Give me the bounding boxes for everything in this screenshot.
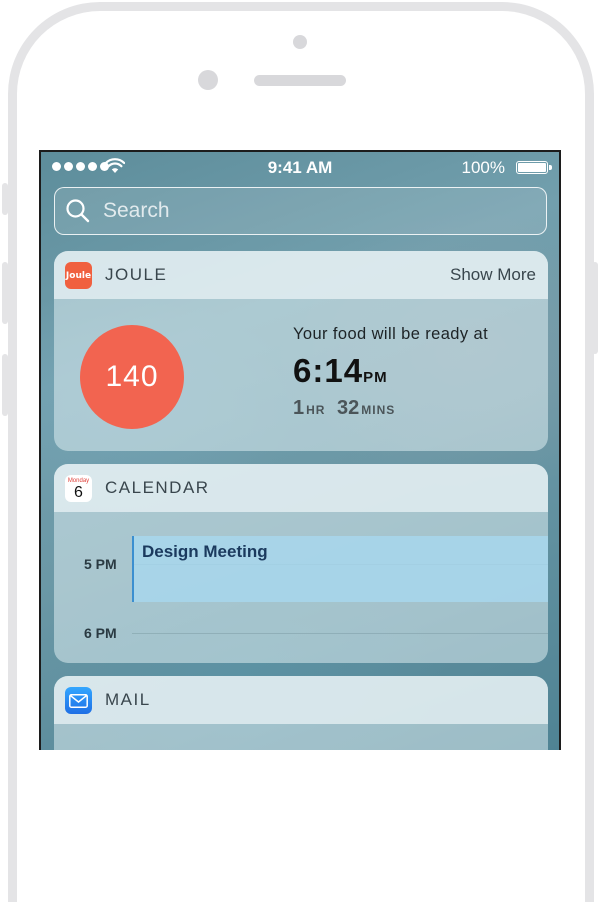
countdown: 1 HR 32 MINS bbox=[293, 397, 395, 420]
volume-up-button bbox=[2, 262, 8, 324]
mail-app-icon[interactable] bbox=[65, 687, 92, 714]
status-bar: 9:41 AM 100% bbox=[41, 152, 559, 184]
calendar-event[interactable]: Design Meeting bbox=[132, 536, 548, 602]
proximity-sensor bbox=[198, 70, 218, 90]
hours-unit: HR bbox=[306, 403, 326, 417]
volume-down-button bbox=[2, 354, 8, 416]
ready-time-ampm: PM bbox=[363, 369, 388, 386]
envelope-icon bbox=[69, 693, 88, 708]
ready-time-value: 6:14 bbox=[293, 352, 364, 389]
hour-label: 5 PM bbox=[84, 556, 117, 572]
front-camera bbox=[293, 35, 307, 49]
power-button bbox=[592, 262, 598, 354]
search-icon bbox=[66, 199, 90, 223]
calendar-app-icon[interactable]: Monday 6 bbox=[65, 475, 92, 502]
calendar-widget-title: CALENDAR bbox=[105, 478, 210, 497]
search-bar[interactable] bbox=[54, 187, 547, 235]
temperature-indicator: 140 bbox=[80, 325, 184, 429]
screen: 9:41 AM 100% Joule JOULE Show More 140 Y… bbox=[39, 150, 561, 750]
calendar-icon-day: 6 bbox=[74, 483, 83, 501]
mail-widget-header: MAIL bbox=[54, 676, 548, 724]
hour-line-6pm bbox=[132, 633, 548, 634]
joule-widget-title: JOULE bbox=[105, 265, 168, 284]
mute-switch bbox=[2, 183, 8, 215]
calendar-widget-header: Monday 6 CALENDAR bbox=[54, 464, 548, 512]
mail-widget-title: MAIL bbox=[105, 690, 151, 709]
hour-label: 6 PM bbox=[84, 625, 117, 641]
ready-time: 6:14PM bbox=[293, 352, 388, 390]
mail-widget[interactable]: MAIL bbox=[54, 676, 548, 750]
calendar-widget[interactable]: Monday 6 CALENDAR 5 PM 6 PM Design Meeti… bbox=[54, 464, 548, 663]
event-title: Design Meeting bbox=[142, 542, 268, 561]
joule-widget[interactable]: Joule JOULE Show More 140 Your food will… bbox=[54, 251, 548, 451]
joule-app-icon[interactable]: Joule bbox=[65, 262, 92, 289]
mins-unit: MINS bbox=[361, 403, 396, 417]
battery-percentage: 100% bbox=[461, 158, 505, 177]
show-more-button[interactable]: Show More bbox=[450, 265, 536, 285]
food-ready-message: Your food will be ready at bbox=[293, 325, 489, 343]
hours-value: 1 bbox=[293, 397, 305, 419]
joule-widget-header: Joule JOULE Show More bbox=[54, 251, 548, 299]
mins-value: 32 bbox=[337, 397, 360, 419]
search-input[interactable] bbox=[101, 196, 525, 226]
battery-icon bbox=[516, 161, 552, 174]
earpiece-speaker bbox=[254, 75, 346, 86]
